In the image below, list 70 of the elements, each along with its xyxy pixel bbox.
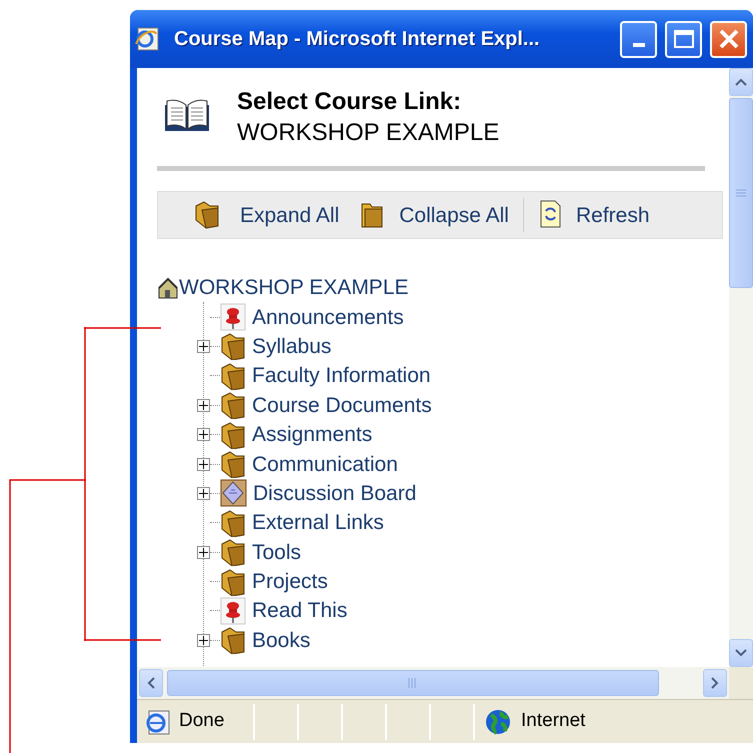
scroll-left-button[interactable] bbox=[139, 669, 163, 697]
folder-icon bbox=[220, 568, 246, 596]
tree-item-link[interactable]: Projects bbox=[252, 571, 328, 592]
tree-item-link[interactable]: External Links bbox=[252, 512, 384, 534]
board-icon bbox=[220, 479, 247, 508]
caret-down-icon bbox=[735, 649, 747, 657]
expand-all-button[interactable]: Expand All bbox=[194, 200, 340, 232]
collapse-all-button[interactable]: Collapse All bbox=[359, 200, 509, 232]
folder-icon bbox=[220, 420, 246, 449]
refresh-button[interactable]: Refresh bbox=[538, 200, 650, 232]
caret-right-icon bbox=[711, 677, 719, 689]
tree-root-link[interactable]: WORKSHOP EXAMPLE bbox=[179, 277, 409, 298]
tree-item-link[interactable]: Faculty Information bbox=[252, 365, 431, 386]
grip-icon bbox=[408, 678, 418, 688]
tree-item-link[interactable]: Announcements bbox=[252, 306, 404, 328]
maximize-button[interactable] bbox=[665, 20, 702, 58]
caret-left-icon bbox=[147, 677, 155, 689]
status-text: Done bbox=[179, 709, 224, 734]
expand-toggle[interactable] bbox=[197, 634, 210, 647]
caret-up-icon bbox=[735, 78, 747, 86]
browser-icon bbox=[134, 26, 160, 52]
expand-toggle[interactable] bbox=[197, 546, 210, 559]
vertical-scrollbar[interactable] bbox=[729, 68, 753, 667]
folder-icon bbox=[220, 450, 246, 478]
plus-icon bbox=[199, 636, 208, 645]
expand-toggle[interactable] bbox=[197, 458, 210, 471]
plus-icon bbox=[199, 488, 208, 498]
tree-item-link[interactable]: Course Documents bbox=[252, 394, 432, 416]
folder-icon bbox=[220, 391, 246, 420]
tree-item-link[interactable]: Syllabus bbox=[252, 336, 332, 357]
pushpin-icon bbox=[220, 596, 246, 625]
zone-text: Internet bbox=[521, 709, 586, 734]
pushpin-icon bbox=[220, 303, 246, 332]
globe-icon bbox=[485, 708, 511, 734]
plus-icon bbox=[199, 430, 208, 440]
expand-toggle[interactable] bbox=[197, 486, 210, 500]
folder-icon bbox=[220, 362, 246, 390]
document-refresh-icon bbox=[538, 200, 562, 230]
tree-item-link[interactable]: Read This bbox=[252, 600, 348, 622]
tree-item-link[interactable]: Tools bbox=[252, 542, 302, 563]
expand-toggle[interactable] bbox=[197, 340, 210, 353]
folder-icon bbox=[220, 508, 246, 537]
window-title: Course Map - Microsoft Internet Expl... bbox=[174, 27, 541, 52]
home-icon bbox=[157, 276, 179, 299]
expand-toggle[interactable] bbox=[197, 398, 210, 412]
page-heading: Select Course Link: WORKSHOP EXAMPLE bbox=[237, 87, 500, 148]
minimize-button[interactable] bbox=[620, 20, 657, 58]
scroll-down-button[interactable] bbox=[729, 639, 753, 667]
grip-icon bbox=[736, 189, 746, 197]
horizontal-scrollbar[interactable] bbox=[137, 667, 729, 699]
scroll-thumb[interactable] bbox=[729, 98, 753, 288]
scroll-up-button[interactable] bbox=[729, 68, 753, 96]
minimize-icon bbox=[632, 43, 644, 47]
plus-icon bbox=[199, 400, 208, 410]
plus-icon bbox=[199, 342, 208, 351]
tree-item-link[interactable]: Assignments bbox=[252, 424, 372, 446]
tree-item-link[interactable]: Books bbox=[252, 630, 310, 651]
tree-item-link[interactable]: Discussion Board bbox=[253, 482, 416, 504]
tree-item-link[interactable]: Communication bbox=[252, 454, 398, 475]
plus-icon bbox=[199, 548, 208, 557]
plus-icon bbox=[199, 460, 208, 469]
maximize-icon bbox=[672, 29, 694, 49]
close-button[interactable] bbox=[710, 20, 747, 58]
folder-icon bbox=[220, 626, 246, 654]
folder-icon bbox=[220, 332, 246, 360]
folder-icon bbox=[220, 538, 246, 566]
scroll-right-button[interactable] bbox=[703, 669, 727, 697]
scroll-thumb[interactable] bbox=[167, 670, 659, 696]
expand-toggle[interactable] bbox=[197, 428, 210, 442]
close-icon bbox=[718, 28, 740, 50]
